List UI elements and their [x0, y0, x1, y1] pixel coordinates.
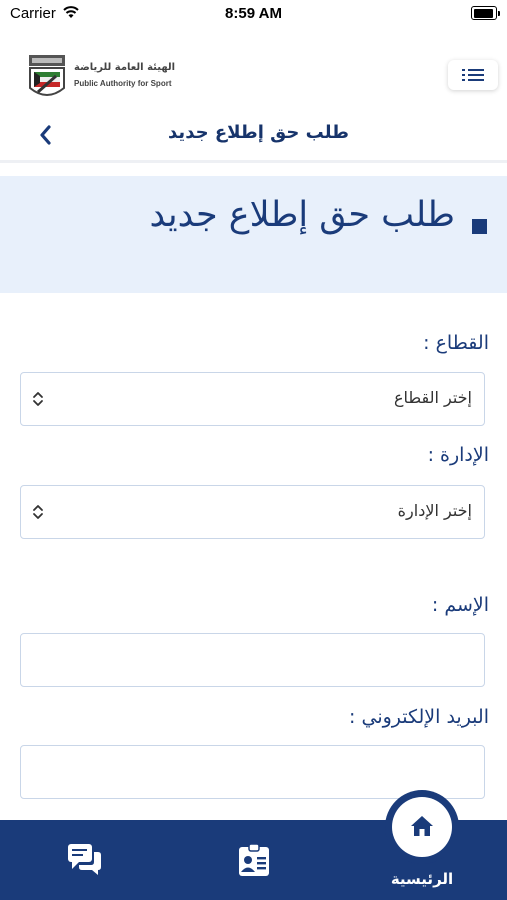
name-label: الإسم : [431, 594, 489, 616]
menu-button[interactable] [448, 60, 498, 90]
home-tab-button[interactable] [392, 797, 452, 857]
contact-card-icon[interactable] [238, 843, 270, 877]
page-header: طلب حق إطلاع جديد [0, 110, 507, 163]
sector-label: القطاع : [423, 332, 489, 354]
page-title: طلب حق إطلاع جديد [168, 122, 349, 143]
select-arrows-icon [33, 392, 43, 406]
menu-icon [462, 69, 484, 81]
select-arrows-icon [33, 505, 43, 519]
status-time: 8:59 AM [225, 5, 282, 22]
status-bar: Carrier 8:59 AM [0, 0, 507, 30]
sector-select-value: إختر القطاع [393, 388, 472, 407]
banner-bullet [472, 219, 487, 234]
department-select-value: إختر الإدارة [397, 501, 472, 520]
chat-icon[interactable] [67, 843, 103, 877]
sector-select[interactable]: إختر القطاع [20, 372, 485, 426]
battery-icon [471, 6, 500, 20]
department-label: الإدارة : [427, 444, 489, 466]
name-field[interactable] [20, 633, 485, 687]
kuwait-crest-icon [29, 55, 65, 96]
banner-title: طلب حق إطلاع جديد [149, 195, 455, 235]
logo-name-arabic: الهيئة العامة للرياضة [74, 62, 176, 73]
email-label: البريد الإلكتروني : [349, 706, 489, 728]
logo-name-english: Public Authority for Sport [74, 79, 172, 88]
back-chevron-icon[interactable] [34, 122, 58, 148]
home-icon [411, 816, 433, 836]
home-tab-label[interactable]: الرئيسية [385, 870, 459, 888]
department-select[interactable]: إختر الإدارة [20, 485, 485, 539]
